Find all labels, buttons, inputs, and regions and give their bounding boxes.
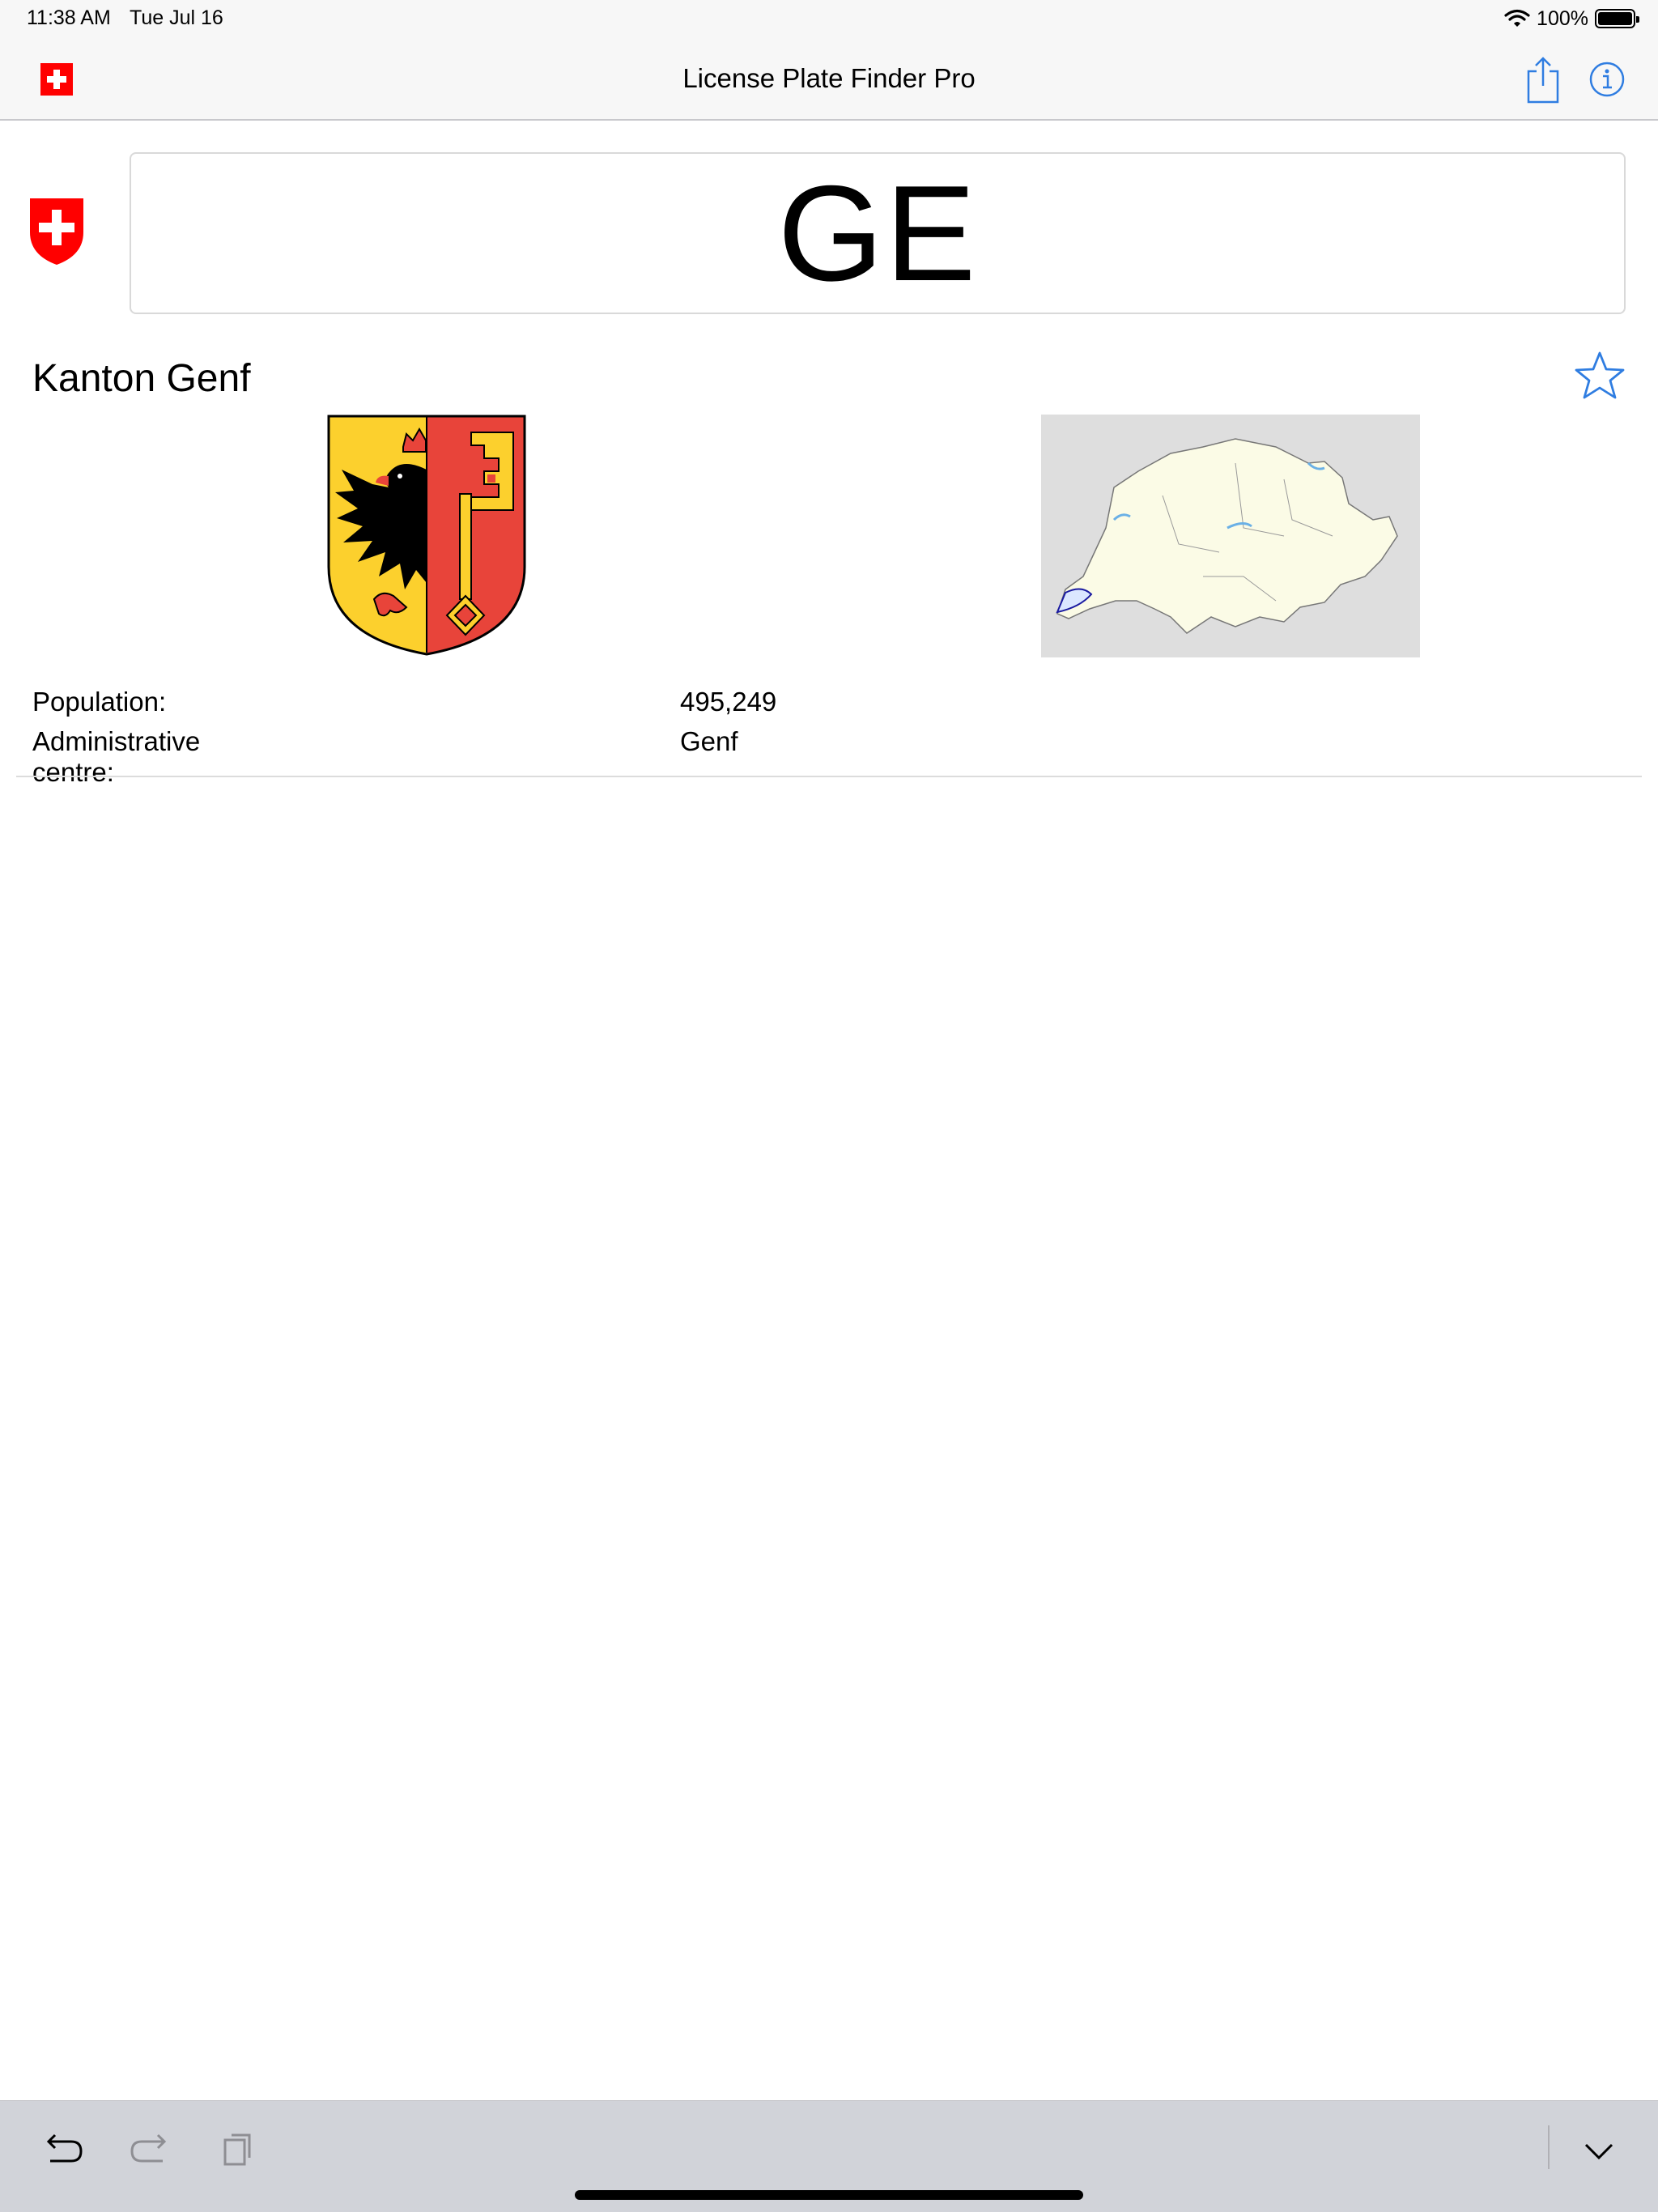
switzerland-map-icon [1041,415,1420,657]
page-title: License Plate Finder Pro [682,63,976,93]
battery-percentage: 100% [1537,6,1588,30]
info-icon[interactable] [1588,61,1626,98]
status-bar: 11:38 AM Tue Jul 16 100% [0,0,1658,39]
battery-icon [1595,9,1639,28]
coat-of-arms-image [327,415,526,656]
share-icon[interactable] [1525,55,1561,104]
redo-icon[interactable] [125,2125,174,2174]
status-time: 11:38 AM [27,6,111,29]
region-name: Kanton Genf [32,357,251,400]
swiss-shield-icon [30,198,83,265]
wifi-icon [1504,9,1530,27]
license-plate-display: GE [130,152,1626,314]
plate-code: GE [777,157,978,309]
status-indicators: 100% [1504,5,1639,32]
toolbar-separator [1548,2125,1550,2169]
location-map [1041,415,1420,657]
navigation-bar: License Plate Finder Pro [0,39,1658,121]
star-outline-icon[interactable] [1574,350,1626,402]
home-indicator[interactable] [575,2190,1083,2200]
undo-icon[interactable] [39,2125,87,2174]
divider [16,776,1642,777]
status-date: Tue Jul 16 [130,6,223,29]
chevron-down-icon[interactable] [1575,2125,1623,2174]
paste-icon[interactable] [214,2125,262,2174]
population-value: 495,249 [680,687,777,717]
administrative-centre-label: Administrative centre: [32,726,201,787]
population-label: Population: [32,687,167,717]
administrative-centre-value: Genf [680,726,738,756]
